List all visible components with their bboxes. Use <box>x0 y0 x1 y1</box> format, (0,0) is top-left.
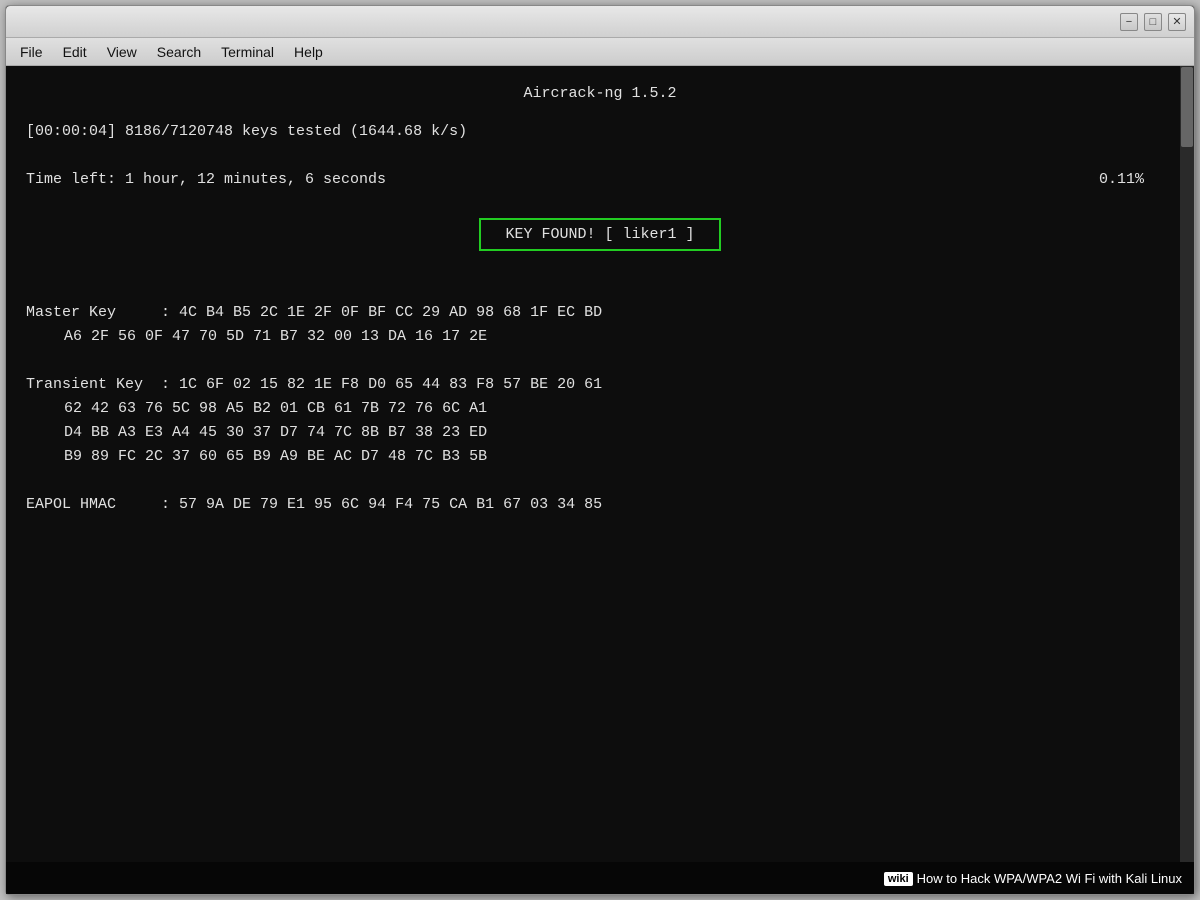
window-controls: − □ ✕ <box>1120 13 1186 31</box>
wiki-logo: wiki How to Hack WPA/WPA2 Wi Fi with Kal… <box>884 871 1182 886</box>
transient-key-label: Transient Key <box>26 376 161 393</box>
transient-key-row1-line: Transient Key : 1C 6F 02 15 82 1E F8 D0 … <box>26 373 1174 397</box>
percent-text: 0.11% <box>1099 168 1144 192</box>
terminal-area[interactable]: Aircrack-ng 1.5.2 [00:00:04] 8186/712074… <box>6 66 1194 862</box>
time-left-line: Time left: 1 hour, 12 minutes, 6 seconds… <box>26 168 1174 192</box>
master-key-row2: A6 2F 56 0F 47 70 5D 71 B7 32 00 13 DA 1… <box>46 325 1174 349</box>
menu-help[interactable]: Help <box>284 41 333 63</box>
master-key-row1: Master Key : 4C B4 B5 2C 1E 2F 0F BF CC … <box>26 301 1174 325</box>
menu-terminal[interactable]: Terminal <box>211 41 284 63</box>
terminal-window: − □ ✕ File Edit View Search Terminal Hel… <box>5 5 1195 895</box>
transient-key-val1: : 1C 6F 02 15 82 1E F8 D0 65 44 83 F8 57… <box>161 376 602 393</box>
transient-key-row3: D4 BB A3 E3 A4 45 30 37 D7 74 7C 8B B7 3… <box>46 421 1174 445</box>
master-key-val1: : 4C B4 B5 2C 1E 2F 0F BF CC 29 AD 98 68… <box>161 304 602 321</box>
transient-key-row4: B9 89 FC 2C 37 60 65 B9 A9 BE AC D7 48 7… <box>46 445 1174 469</box>
time-left-text: Time left: 1 hour, 12 minutes, 6 seconds <box>26 168 386 192</box>
minimize-button[interactable]: − <box>1120 13 1138 31</box>
wiki-badge: wiki <box>884 872 913 886</box>
transient-key-row2: 62 42 63 76 5C 98 A5 B2 01 CB 61 7B 72 7… <box>46 397 1174 421</box>
watermark-text: wiki How to Hack WPA/WPA2 Wi Fi with Kal… <box>884 870 1182 887</box>
menu-file[interactable]: File <box>10 41 53 63</box>
titlebar: − □ ✕ <box>6 6 1194 38</box>
menu-edit[interactable]: Edit <box>53 41 97 63</box>
menu-search[interactable]: Search <box>147 41 211 63</box>
keys-tested-line: [00:00:04] 8186/7120748 keys tested (164… <box>26 120 1174 144</box>
scrollbar[interactable] <box>1180 66 1194 862</box>
eapol-val: : 57 9A DE 79 E1 95 6C 94 F4 75 CA B1 67… <box>161 496 602 513</box>
spacer4 <box>26 469 1174 493</box>
watermark-article-text: How to Hack WPA/WPA2 Wi Fi with Kali Lin… <box>917 871 1182 886</box>
spacer1 <box>26 144 1174 168</box>
close-button[interactable]: ✕ <box>1168 13 1186 31</box>
key-found-wrapper: KEY FOUND! [ liker1 ] <box>26 200 1174 269</box>
watermark-bar: wiki How to Hack WPA/WPA2 Wi Fi with Kal… <box>6 862 1194 894</box>
spacer2 <box>26 277 1174 301</box>
menubar: File Edit View Search Terminal Help <box>6 38 1194 66</box>
scrollbar-thumb <box>1181 67 1193 147</box>
menu-view[interactable]: View <box>97 41 147 63</box>
eapol-line: EAPOL HMAC : 57 9A DE 79 E1 95 6C 94 F4 … <box>26 493 1174 517</box>
master-key-label: Master Key <box>26 304 161 321</box>
key-found-box: KEY FOUND! [ liker1 ] <box>479 218 720 251</box>
aircrack-title: Aircrack-ng 1.5.2 <box>26 82 1174 106</box>
spacer3 <box>26 349 1174 373</box>
maximize-button[interactable]: □ <box>1144 13 1162 31</box>
eapol-label: EAPOL HMAC <box>26 496 161 513</box>
